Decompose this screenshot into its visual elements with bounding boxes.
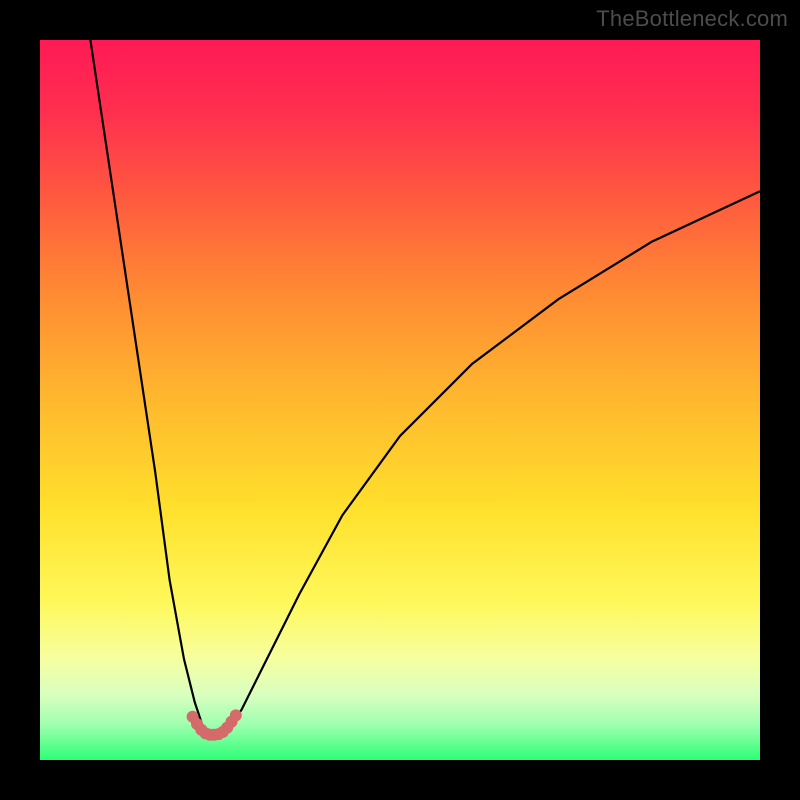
bottom-marker-dots bbox=[187, 709, 242, 740]
curve-right-branch bbox=[213, 191, 760, 735]
chart-svg bbox=[40, 40, 760, 760]
plot-area bbox=[40, 40, 760, 760]
watermark-text: TheBottleneck.com bbox=[596, 6, 788, 32]
curve-left-branch bbox=[90, 40, 212, 735]
outer-frame: TheBottleneck.com bbox=[0, 0, 800, 800]
marker-dot bbox=[230, 709, 242, 721]
